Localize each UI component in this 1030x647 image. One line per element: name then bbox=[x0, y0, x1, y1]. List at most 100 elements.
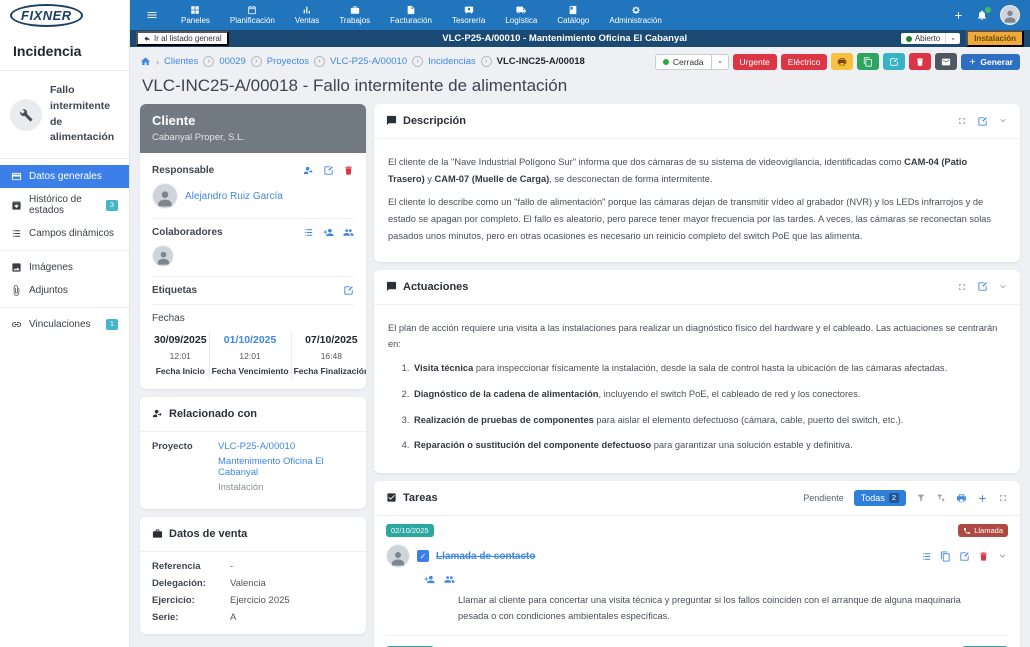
edit-descripcion-icon[interactable] bbox=[977, 116, 988, 127]
actuaciones-intro: El plan de acción requiere una visita a … bbox=[388, 320, 1006, 353]
task-delete-icon[interactable] bbox=[978, 551, 989, 562]
task-team-icon[interactable] bbox=[444, 574, 455, 585]
print-button[interactable] bbox=[831, 53, 853, 70]
caret-down-icon bbox=[711, 55, 728, 69]
add-task-icon[interactable] bbox=[977, 493, 988, 504]
sidebar: FIXNER Incidencia Fallo intermitente de … bbox=[0, 0, 130, 647]
menu-toggle-icon[interactable] bbox=[146, 9, 158, 21]
nav-logistica[interactable]: Logística bbox=[496, 3, 546, 27]
edit-button[interactable] bbox=[883, 53, 905, 70]
proyecto-code-link[interactable]: VLC-P25-A/00010 bbox=[218, 441, 354, 452]
filter-pendiente[interactable]: Pendiente bbox=[803, 493, 844, 503]
chat-icon bbox=[386, 278, 397, 296]
back-arrow-icon bbox=[143, 35, 151, 43]
sidebar-incident-summary[interactable]: Fallo intermitente de alimentación bbox=[0, 71, 129, 159]
sidebar-item-label: Histórico de estados bbox=[29, 194, 99, 216]
sidebar-item-vinculaciones[interactable]: Vinculaciones 1 bbox=[0, 313, 129, 336]
task-assignee-avatar[interactable] bbox=[386, 544, 410, 568]
incident-status-dropdown[interactable]: Cerrada bbox=[655, 54, 729, 70]
nav-ventas[interactable]: Ventas bbox=[286, 3, 328, 27]
nav-catalogo[interactable]: Catálogo bbox=[548, 3, 598, 27]
task-title-link[interactable]: Llamada de contacto bbox=[436, 551, 914, 562]
responsable-name-link[interactable]: Alejandro Ruiz García bbox=[185, 191, 283, 202]
nav-planificacion[interactable]: Planificación bbox=[221, 3, 284, 27]
nav-trabajos[interactable]: Trabajos bbox=[330, 3, 379, 27]
generate-button[interactable]: Generar bbox=[961, 54, 1020, 70]
task-copy-icon[interactable] bbox=[940, 551, 951, 562]
context-title: VLC-P25-A/00010 - Mantenimiento Oficina … bbox=[235, 33, 895, 44]
collapse-chevron-icon[interactable] bbox=[998, 116, 1008, 126]
tareas-card: Tareas Pendiente Todas 2 bbox=[374, 481, 1020, 647]
task-add-user-icon[interactable] bbox=[424, 574, 435, 585]
email-button[interactable] bbox=[935, 53, 957, 70]
clear-filter-icon[interactable] bbox=[936, 493, 946, 503]
venta-label: Serie: bbox=[152, 612, 230, 623]
print-tasks-icon[interactable] bbox=[956, 493, 967, 504]
venta-label: Delegación: bbox=[152, 578, 230, 589]
back-to-list-button[interactable]: Ir al listado general bbox=[136, 31, 229, 46]
add-team-icon[interactable] bbox=[343, 227, 354, 238]
reassign-responsable-icon[interactable] bbox=[303, 165, 314, 176]
project-status-dropdown[interactable]: Abierto bbox=[901, 33, 960, 44]
quick-add-icon[interactable] bbox=[953, 10, 964, 21]
breadcrumb-cliente-code[interactable]: 00029 bbox=[219, 56, 245, 67]
nav-administracion[interactable]: Administración bbox=[600, 3, 670, 27]
colaborador-avatar[interactable] bbox=[152, 245, 174, 267]
notifications-bell-icon[interactable] bbox=[976, 9, 988, 21]
task-checkbox[interactable]: ✓ bbox=[417, 550, 429, 562]
filter-todas[interactable]: Todas 2 bbox=[854, 490, 906, 506]
topbar-right bbox=[953, 5, 1020, 25]
cliente-name[interactable]: Cabanyal Proper, S.L. bbox=[152, 132, 354, 143]
colaboradores-list-icon[interactable] bbox=[303, 227, 314, 238]
sidebar-item-datos-generales[interactable]: Datos generales bbox=[0, 165, 129, 188]
proyecto-name-link[interactable]: Mantenimiento Oficina El Cabanyal bbox=[218, 456, 354, 478]
breadcrumb-proyecto-code[interactable]: VLC-P25-A/00010 bbox=[330, 56, 407, 67]
expand-icon[interactable] bbox=[998, 493, 1008, 503]
safe-icon bbox=[464, 5, 474, 15]
sidebar-item-campos-dinamicos[interactable]: Campos dinámicos bbox=[0, 222, 129, 245]
copy-icon bbox=[863, 57, 873, 67]
add-colaborador-icon[interactable] bbox=[323, 227, 334, 238]
duplicate-button[interactable] bbox=[857, 53, 879, 70]
nav-label: Trabajos bbox=[339, 16, 370, 25]
proyecto-type: Instalación bbox=[218, 482, 354, 493]
task-edit-icon[interactable] bbox=[959, 551, 970, 562]
project-type-button[interactable]: Instalación bbox=[966, 30, 1024, 47]
expand-icon[interactable] bbox=[957, 282, 967, 292]
expand-icon[interactable] bbox=[957, 116, 967, 126]
breadcrumb-clientes[interactable]: Clientes bbox=[164, 56, 198, 67]
nav-facturacion[interactable]: Facturación bbox=[381, 3, 441, 27]
nav-tesoreria[interactable]: Tesorería bbox=[443, 3, 494, 27]
edit-responsable-icon[interactable] bbox=[323, 165, 334, 176]
urgente-tag-button[interactable]: Urgente bbox=[733, 54, 777, 70]
actuaciones-body: El plan de acción requiere una visita a … bbox=[374, 305, 1020, 473]
printer-icon bbox=[837, 57, 847, 67]
edit-actuaciones-icon[interactable] bbox=[977, 281, 988, 292]
historico-count-badge: 3 bbox=[106, 200, 118, 211]
filter-icon[interactable] bbox=[916, 493, 926, 503]
sidebar-item-historico-estados[interactable]: Histórico de estados 3 bbox=[0, 188, 129, 222]
task-collapse-icon[interactable] bbox=[997, 551, 1008, 562]
user-avatar[interactable] bbox=[1000, 5, 1020, 25]
fixner-logo[interactable]: FIXNER bbox=[10, 4, 83, 27]
context-bar: Ir al listado general VLC-P25-A/00010 - … bbox=[130, 30, 1030, 47]
sidebar-item-imagenes[interactable]: Imágenes bbox=[0, 256, 129, 279]
gear-icon bbox=[631, 5, 641, 15]
home-icon[interactable] bbox=[140, 56, 151, 67]
delete-responsable-icon[interactable] bbox=[343, 165, 354, 176]
nav-paneles[interactable]: Paneles bbox=[172, 3, 219, 27]
panels-icon bbox=[190, 5, 200, 15]
venta-value: - bbox=[230, 561, 233, 572]
book-icon bbox=[568, 5, 578, 15]
collapse-chevron-icon[interactable] bbox=[998, 282, 1008, 292]
nav-label: Ventas bbox=[295, 16, 319, 25]
task-checklist-icon[interactable] bbox=[921, 551, 932, 562]
delete-button[interactable] bbox=[909, 53, 931, 70]
responsable-avatar[interactable] bbox=[152, 183, 178, 209]
edit-etiquetas-icon[interactable] bbox=[343, 285, 354, 296]
breadcrumb: › Clientes › 00029 › Proyectos › VLC-P25… bbox=[140, 56, 585, 67]
breadcrumb-incidencias[interactable]: Incidencias bbox=[428, 56, 476, 67]
sidebar-item-adjuntos[interactable]: Adjuntos bbox=[0, 279, 129, 302]
breadcrumb-proyectos[interactable]: Proyectos bbox=[267, 56, 309, 67]
electrico-tag-button[interactable]: Eléctrico bbox=[781, 54, 828, 70]
